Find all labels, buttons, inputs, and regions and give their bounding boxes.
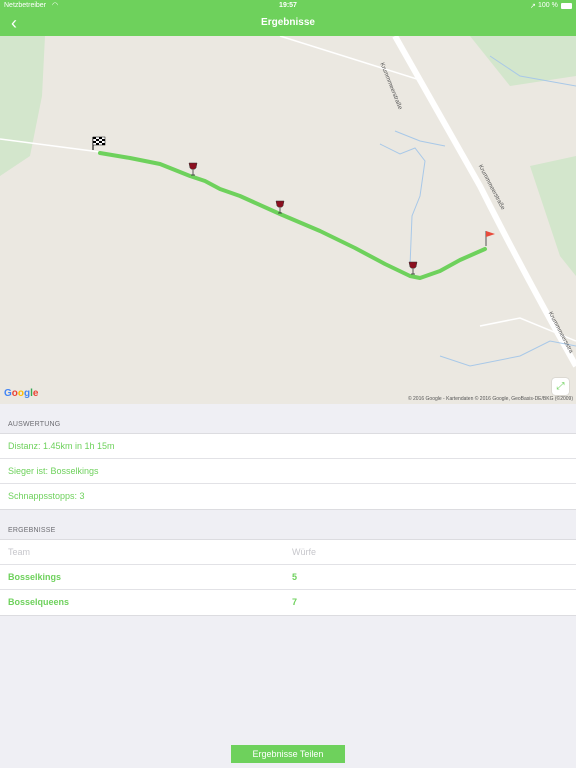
page-title: Ergebnisse <box>261 17 315 28</box>
results-table: Team Würfe Bosselkings 5 Bosselqueens 7 <box>0 539 576 616</box>
team-name: Bosselqueens <box>8 597 70 607</box>
throw-count: 7 <box>292 597 298 607</box>
map-canvas <box>0 36 576 368</box>
wine-glass-icon[interactable] <box>275 200 285 214</box>
park-area <box>470 36 576 86</box>
list-item: Sieger ist: Bosselkings <box>0 459 576 484</box>
table-row: Bosselqueens 7 <box>0 590 576 615</box>
start-flag-icon[interactable] <box>92 136 106 150</box>
section-header-auswertung: AUSWERTUNG <box>8 421 61 428</box>
stream <box>379 143 426 267</box>
expand-icon: ⤢ <box>556 381 565 392</box>
route-line <box>98 151 487 280</box>
table-header-row: Team Würfe <box>0 540 576 565</box>
park-area <box>530 156 576 276</box>
map-expand-button[interactable]: ⤢ <box>552 378 569 395</box>
team-name: Bosselkings <box>8 572 62 582</box>
column-header-team: Team <box>8 547 31 557</box>
wine-glass-icon[interactable] <box>188 162 198 176</box>
google-logo: Google <box>4 388 39 399</box>
park-area <box>0 36 45 176</box>
route-map[interactable]: Krummmeerstraße Krummmeerstraße Krummmee… <box>0 36 576 404</box>
stream <box>394 130 446 147</box>
list-item: Distanz: 1.45km in 1h 15m <box>0 434 576 459</box>
share-results-button[interactable]: Ergebnisse Teilen <box>231 745 345 763</box>
list-item: Schnappsstopps: 3 <box>8 491 85 501</box>
finish-flag-icon[interactable] <box>485 230 497 246</box>
auswertung-group: Distanz: 1.45km in 1h 15m Sieger ist: Bo… <box>0 433 576 510</box>
throw-count: 5 <box>292 572 298 582</box>
stream <box>439 340 576 367</box>
battery-percentage: 100 % <box>538 2 558 9</box>
location-arrow-icon: ↗ <box>530 3 536 10</box>
column-header-wuerfe: Würfe <box>292 547 317 557</box>
battery-icon <box>561 3 572 9</box>
section-header-ergebnisse: ERGEBNISSE <box>8 527 56 534</box>
status-bar: Netzbetreiber ◠ 19:57 ↗ 100 % <box>0 0 576 12</box>
wine-glass-icon[interactable] <box>408 261 418 275</box>
map-attribution: © 2016 Google - Kartendaten © 2016 Googl… <box>407 396 573 402</box>
table-row: Bosselkings 5 <box>0 565 576 590</box>
clock: 19:57 <box>279 2 297 9</box>
navigation-bar: ‹ Ergebnisse <box>0 12 576 36</box>
